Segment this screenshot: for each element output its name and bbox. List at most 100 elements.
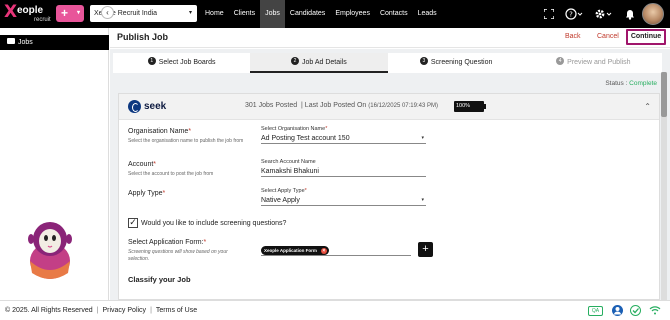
job-board-card-header[interactable]: seek 301 Jobs Posted | Last Job Posted O…: [119, 94, 659, 120]
step-number: 4: [556, 57, 565, 66]
nav-leads[interactable]: Leads: [413, 0, 442, 28]
required-mark: *: [162, 190, 166, 197]
nav-jobs[interactable]: Jobs: [260, 0, 285, 28]
bell-icon[interactable]: [625, 8, 635, 20]
main-content: 1 Select Job Boards 2 Job Ad Details 3 Scre…: [110, 49, 670, 300]
account-name-value: Kamakshi Bhakuni: [261, 168, 319, 175]
required-mark: *: [203, 239, 207, 246]
application-form-field-label: Select Application Form:*: [128, 239, 206, 246]
job-board-card: seek 301 Jobs Posted | Last Job Posted O…: [118, 93, 660, 300]
footer-links: © 2025. All Rights Reserved | Privacy Poli…: [5, 307, 197, 314]
required-mark: *: [153, 161, 157, 168]
application-form-chip: Xeople Application Form ×: [261, 246, 329, 255]
organisation-field-label: Organisation Name*: [128, 128, 191, 135]
chevron-down-icon: ▾: [188, 10, 192, 16]
nav-employees[interactable]: Employees: [330, 0, 375, 28]
required-mark: *: [325, 126, 328, 132]
step-number: 1: [147, 57, 156, 66]
step-label: Select Job Boards: [158, 59, 216, 66]
plus-icon: +: [61, 6, 69, 20]
gear-icon[interactable]: [594, 8, 612, 20]
job-board-name: seek: [144, 101, 167, 112]
apply-type-select-label: Select Apply Type*: [261, 188, 307, 194]
seek-logo-icon: [128, 100, 141, 113]
privacy-policy-link[interactable]: Privacy Policy: [102, 307, 146, 314]
step-label: Job Ad Details: [302, 59, 347, 66]
organisation-name-value: Ad Posting Test account 150: [261, 135, 350, 142]
application-form-help: Screening questions will show based on y…: [128, 249, 228, 255]
organisation-name-select[interactable]: Ad Posting Test account 150 ▾: [261, 133, 426, 144]
application-form-help-cont: selection.: [128, 256, 150, 262]
nav-home[interactable]: Home: [200, 0, 229, 28]
screening-checkbox[interactable]: ✓: [128, 218, 138, 228]
required-mark: *: [188, 128, 192, 135]
account-field-label: Account*: [128, 161, 156, 168]
nav-candidates[interactable]: Candidates: [285, 0, 330, 28]
chevron-down-icon: ▾: [421, 135, 424, 141]
footer-separator: |: [150, 307, 152, 314]
step-number: 2: [291, 57, 299, 66]
close-icon[interactable]: ×: [320, 247, 327, 254]
step-number: 3: [419, 57, 428, 66]
terms-of-use-link[interactable]: Terms of Use: [156, 307, 197, 314]
apply-type-select[interactable]: Native Apply ▾: [261, 195, 426, 206]
nav-contacts[interactable]: Contacts: [375, 0, 413, 28]
quota-battery: 100%: [454, 101, 486, 112]
copyright-text: © 2025. All Rights Reserved: [5, 307, 93, 314]
screening-checkbox-label[interactable]: Would you like to include screening ques…: [141, 220, 286, 227]
classify-job-heading: Classify your Job: [128, 275, 191, 284]
logo-subtitle: recruit: [34, 17, 51, 23]
status-line: Status : Complete: [605, 80, 657, 87]
main-nav: Home Clients Jobs Candidates Employees C…: [200, 0, 442, 28]
scrollbar[interactable]: [661, 72, 667, 300]
chevron-down-icon: ▾: [421, 197, 424, 203]
sidebar-collapse-button[interactable]: ‹: [101, 6, 114, 19]
xeople-logo[interactable]: X eople recruit: [4, 3, 52, 25]
step-label: Preview and Publish: [567, 59, 631, 66]
required-mark: *: [304, 188, 307, 194]
footer-separator: |: [96, 307, 99, 314]
field-label-text: Account: [128, 161, 154, 168]
last-posted-date: (16/12/2025 07:19:43 PM): [368, 103, 438, 109]
step-job-ad-details[interactable]: 2 Job Ad Details: [250, 53, 388, 73]
application-form-chip-label: Xeople Application Form: [264, 248, 317, 253]
footer: © 2025. All Rights Reserved | Privacy Poli…: [0, 300, 670, 320]
application-form-select[interactable]: Xeople Application Form ×: [261, 244, 411, 256]
briefcase-icon: [7, 38, 15, 45]
step-select-job-boards[interactable]: 1 Select Job Boards: [113, 53, 250, 73]
status-label: Status :: [605, 80, 630, 87]
control-label-text: Select Organisation Name: [261, 126, 326, 132]
apply-type-field-label: Apply Type*: [128, 190, 165, 197]
logo-x-mark: X: [4, 2, 18, 22]
scrollbar-thumb[interactable]: [661, 72, 667, 117]
svg-text:?: ?: [569, 11, 573, 19]
apply-type-value: Native Apply: [261, 197, 300, 204]
fullscreen-icon[interactable]: [543, 8, 555, 20]
chevron-up-icon[interactable]: ⌃: [644, 102, 651, 111]
account-name-input[interactable]: Kamakshi Bhakuni: [261, 166, 426, 177]
account-search-label: Search Account Name: [261, 159, 316, 165]
jobs-posted-count: 301 Jobs Posted: [245, 102, 298, 109]
organisation-select-label: Select Organisation Name*: [261, 126, 327, 132]
help-icon[interactable]: ?: [565, 8, 583, 20]
xeople-mascot: [24, 219, 76, 283]
field-label-text: Apply Type: [128, 190, 163, 197]
user-avatar[interactable]: [642, 3, 664, 25]
cancel-button[interactable]: Cancel: [597, 33, 619, 40]
field-label-text: Select Application Form:: [128, 239, 204, 246]
sidebar-item-jobs[interactable]: Jobs: [0, 35, 109, 50]
chevron-down-icon: ▾: [76, 10, 80, 16]
control-label-text: Select Apply Type: [261, 188, 305, 194]
step-screening-question[interactable]: 3 Screening Question: [388, 53, 525, 73]
check-circle-icon: [630, 305, 641, 316]
account-field-help: Select the account to post the job from: [128, 171, 214, 177]
step-label: Screening Question: [430, 59, 493, 66]
nav-clients[interactable]: Clients: [229, 0, 260, 28]
quick-add-button[interactable]: + ▾: [56, 5, 84, 22]
logo-wordmark: eople: [17, 5, 44, 16]
sidebar-item-label: Jobs: [18, 39, 33, 46]
continue-button[interactable]: Continue: [626, 29, 666, 45]
user-icon[interactable]: [612, 305, 623, 316]
add-application-form-button[interactable]: +: [418, 242, 433, 257]
back-button[interactable]: Back: [565, 33, 581, 40]
